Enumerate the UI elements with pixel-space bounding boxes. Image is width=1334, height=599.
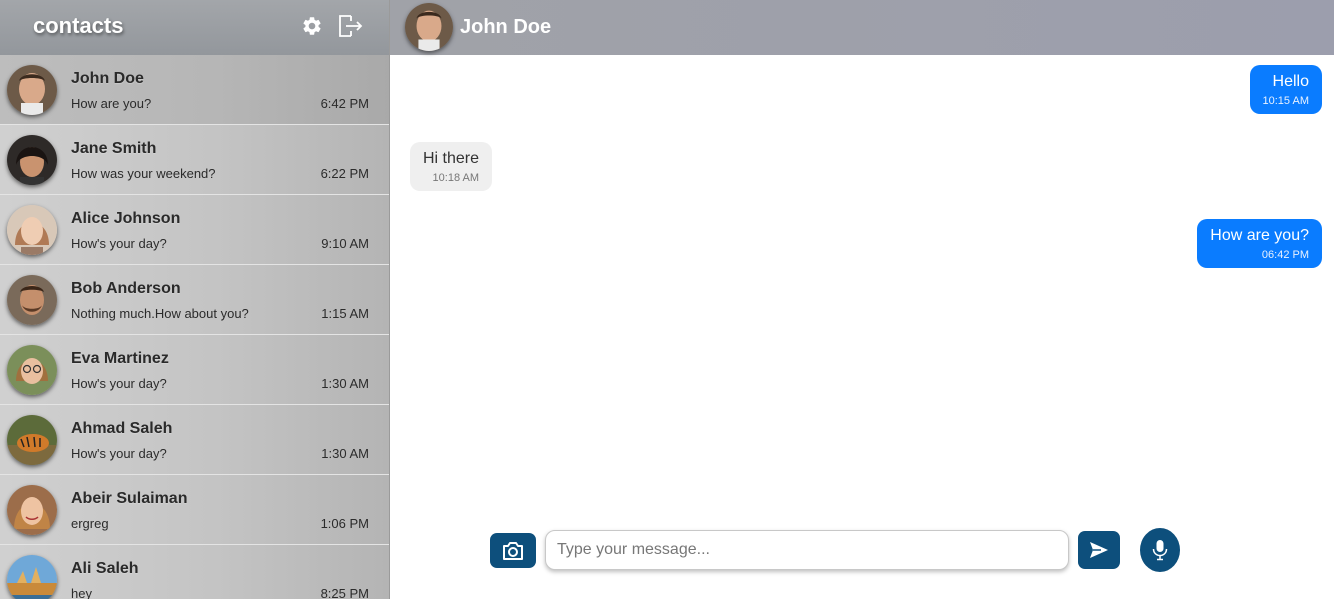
microphone-icon xyxy=(1152,540,1168,561)
contact-item-abeir-sulaiman[interactable]: Abeir Sulaiman ergreg 1:06 PM xyxy=(0,475,389,545)
contact-time: 1:30 AM xyxy=(321,446,369,461)
message-text: How are you? xyxy=(1210,227,1309,244)
contact-last-message: How's your day? xyxy=(71,446,167,461)
camera-icon xyxy=(503,541,523,560)
contact-item-john-doe[interactable]: John Doe How are you? 6:42 PM xyxy=(0,55,389,125)
message-text: Hi there xyxy=(423,150,480,167)
sidebar-title: contacts xyxy=(33,13,124,38)
chat-header: John Doe xyxy=(390,0,1334,55)
message-composer xyxy=(390,528,1333,572)
contact-name: Ahmad Saleh xyxy=(71,420,173,437)
contact-item-jane-smith[interactable]: Jane Smith How was your weekend? 6:22 PM xyxy=(0,125,389,195)
contact-list: John Doe How are you? 6:42 PM Jane Smith… xyxy=(0,55,389,599)
gear-icon[interactable] xyxy=(299,12,325,40)
contact-name: Bob Anderson xyxy=(71,280,181,297)
logout-icon[interactable] xyxy=(337,12,363,40)
contact-time: 1:30 AM xyxy=(321,376,369,391)
chat-contact-name: John Doe xyxy=(460,16,552,38)
contact-name: John Doe xyxy=(71,70,144,87)
message-text: Hello xyxy=(1272,73,1309,90)
avatar xyxy=(7,415,57,465)
contact-last-message: How's your day? xyxy=(71,236,167,251)
contact-name: Abeir Sulaiman xyxy=(71,490,188,507)
contact-last-message: Nothing much.How about you? xyxy=(71,306,249,321)
contact-last-message: hey xyxy=(71,586,92,599)
avatar xyxy=(7,485,57,535)
send-icon xyxy=(1090,542,1108,558)
contact-name: Ali Saleh xyxy=(71,560,139,577)
message-input[interactable] xyxy=(545,530,1069,570)
avatar xyxy=(7,65,57,115)
contact-item-alice-johnson[interactable]: Alice Johnson How's your day? 9:10 AM xyxy=(0,195,389,265)
contact-time: 8:25 PM xyxy=(320,586,369,599)
avatar xyxy=(7,135,57,185)
contact-last-message: How's your day? xyxy=(71,376,167,391)
chat-app: contacts John Doe How are you? 6:42 PM J… xyxy=(0,0,1334,599)
message-bubble-outgoing: Hello 10:15 AM xyxy=(1249,65,1322,114)
contact-time: 6:42 PM xyxy=(320,96,369,111)
contact-item-ali-saleh[interactable]: Ali Saleh hey 8:25 PM xyxy=(0,545,389,599)
contact-last-message: ergreg xyxy=(71,516,109,531)
avatar xyxy=(7,205,57,255)
contact-item-eva-martinez[interactable]: Eva Martinez How's your day? 1:30 AM xyxy=(0,335,389,405)
contacts-sidebar: contacts John Doe How are you? 6:42 PM J… xyxy=(0,0,390,599)
avatar xyxy=(7,275,57,325)
contact-time: 9:10 AM xyxy=(321,236,369,251)
chat-panel: John Doe Hello 10:15 AM Hi there 10:18 A… xyxy=(390,0,1334,599)
send-button[interactable] xyxy=(1078,531,1120,569)
microphone-button[interactable] xyxy=(1140,528,1180,572)
message-time: 06:42 PM xyxy=(1261,249,1309,261)
message-bubble-incoming: Hi there 10:18 AM xyxy=(410,142,493,191)
contact-name: Eva Martinez xyxy=(71,350,169,367)
message-time: 10:15 AM xyxy=(1262,95,1309,107)
contact-last-message: How was your weekend? xyxy=(71,166,216,181)
camera-button[interactable] xyxy=(490,533,536,568)
message-time: 10:18 AM xyxy=(432,172,480,184)
contact-name: Alice Johnson xyxy=(71,210,181,227)
avatar xyxy=(7,345,57,395)
sidebar-header: contacts xyxy=(0,0,389,55)
contact-last-message: How are you? xyxy=(71,96,152,111)
contact-time: 6:22 PM xyxy=(320,166,369,181)
contact-item-bob-anderson[interactable]: Bob Anderson Nothing much.How about you?… xyxy=(0,265,389,335)
contact-item-ahmad-saleh[interactable]: Ahmad Saleh How's your day? 1:30 AM xyxy=(0,405,389,475)
contact-name: Jane Smith xyxy=(71,140,157,157)
contact-time: 1:06 PM xyxy=(320,516,369,531)
avatar[interactable] xyxy=(405,3,453,51)
message-bubble-outgoing: How are you? 06:42 PM xyxy=(1197,219,1322,268)
avatar xyxy=(7,555,57,599)
contact-time: 1:15 AM xyxy=(321,306,369,321)
